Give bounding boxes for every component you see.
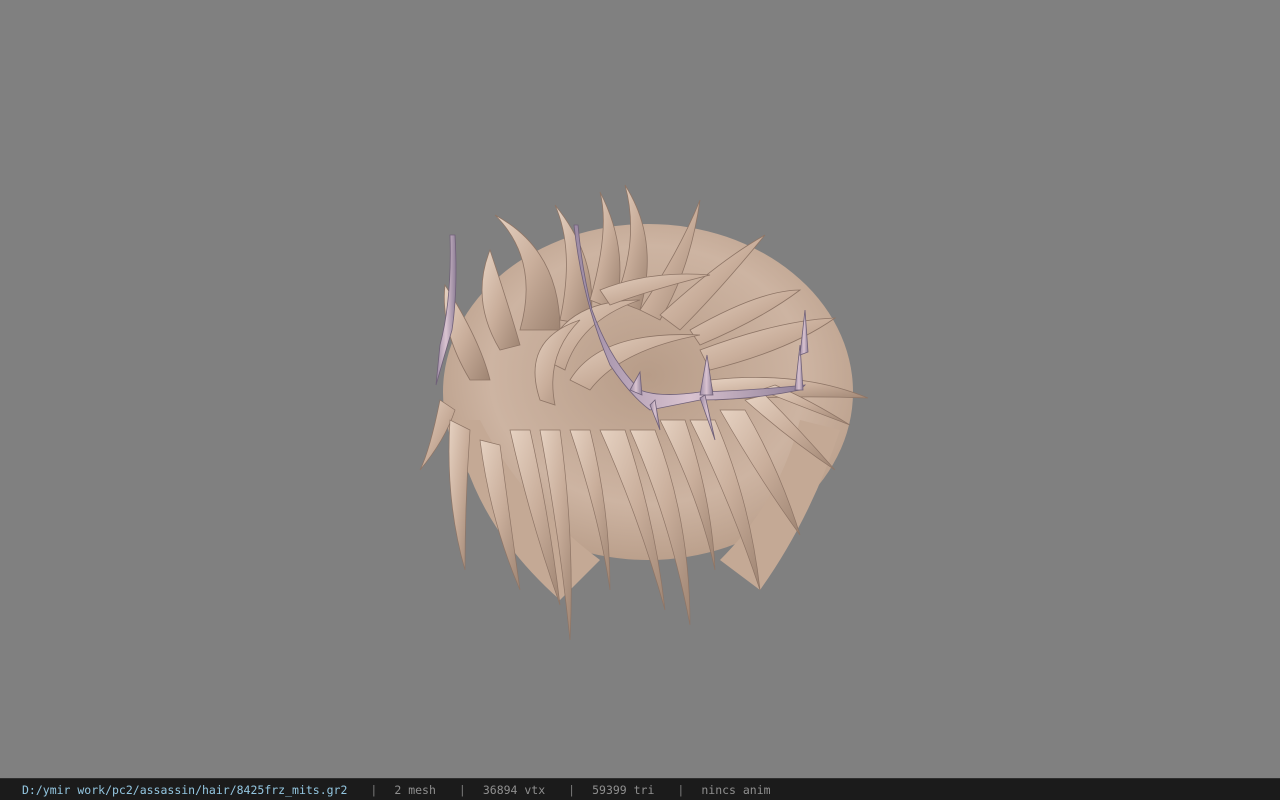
triangle-count: 59399 tri <box>592 782 655 797</box>
vertex-count: 36894 vtx <box>482 782 546 797</box>
animation-status: nincs anim <box>701 782 771 797</box>
separator: | <box>677 782 685 797</box>
separator: | <box>458 782 466 797</box>
file-path: D:/ymir work/pc2/assassin/hair/8425frz_m… <box>22 782 348 797</box>
mesh-count: 2 mesh <box>394 782 436 797</box>
status-bar: D:/ymir work/pc2/assassin/hair/8425frz_m… <box>0 778 1280 800</box>
separator: | <box>568 782 576 797</box>
separator: | <box>370 782 378 797</box>
hair-model <box>419 184 869 641</box>
3d-viewport[interactable] <box>0 0 1280 778</box>
